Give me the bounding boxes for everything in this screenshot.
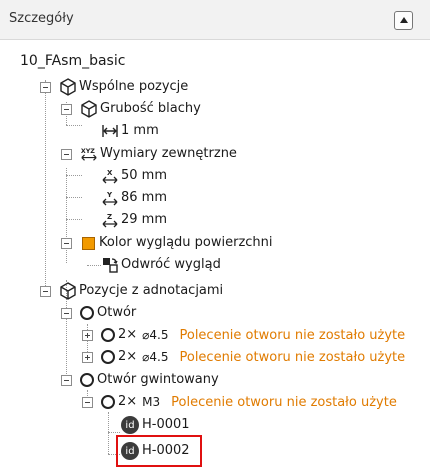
tree-item-label: Wspólne pozycje	[79, 79, 189, 94]
tree-guide	[66, 175, 82, 176]
tree-item-dimensions[interactable]: XYZ Wymiary zewnętrzne	[80, 144, 237, 164]
hole-circle-icon	[101, 395, 115, 409]
tree-guide	[87, 265, 101, 266]
expander-hole-2[interactable]	[82, 352, 93, 363]
tree-item-label: Otwór gwintowany	[97, 372, 219, 387]
z-axis-label: Z	[107, 213, 112, 221]
expander-hole[interactable]	[61, 308, 72, 319]
cube-icon	[59, 282, 77, 300]
hole-circle-icon	[101, 328, 115, 342]
hole-circle-icon	[101, 350, 115, 364]
tree-item-label: Grubość blachy	[100, 101, 201, 116]
cube-icon	[59, 78, 77, 96]
tree-item-annotated[interactable]: Pozycje z adnotacjami	[59, 281, 223, 301]
selection-highlight	[116, 435, 202, 467]
expander-thread[interactable]	[61, 375, 72, 386]
tree-item-label: 50 mm	[121, 168, 168, 183]
tree-item-thread-m3[interactable]: 2× M3 Polecenie otworu nie zostało użyte	[101, 392, 397, 412]
panel-title: Szczegóły	[9, 11, 74, 26]
expander-common[interactable]	[40, 82, 51, 93]
expander-color[interactable]	[61, 238, 72, 249]
tree-item-label: Pozycje z adnotacjami	[79, 283, 224, 298]
y-dimension-icon: Y	[101, 189, 119, 207]
tree-item-flip-appearance[interactable]: Odwróć wygląd	[101, 255, 221, 275]
tree-item-color[interactable]: Kolor wyglądu powierzchni	[82, 233, 273, 253]
tree-item-label: 29 mm	[121, 212, 168, 227]
hole-count: 2×	[118, 327, 138, 342]
y-axis-label: Y	[106, 191, 113, 199]
tree-item-label: 1 mm	[121, 123, 159, 138]
xyz-axis-label: XYZ	[81, 148, 95, 155]
tree-guide	[66, 125, 82, 126]
hole-warning: Polecenie otworu nie zostało użyte	[171, 394, 397, 410]
tree-guide	[45, 80, 46, 290]
hole-size: ⌀4.5	[142, 328, 169, 342]
tree-item-label: H-0001	[142, 417, 190, 432]
expander-annotated[interactable]	[40, 286, 51, 297]
cube-icon	[80, 100, 98, 118]
expander-thickness[interactable]	[61, 104, 72, 115]
tree-item-dim-x[interactable]: X 50 mm	[101, 166, 167, 186]
color-swatch	[82, 236, 95, 250]
hole-warning: Polecenie otworu nie zostało użyte	[179, 349, 406, 365]
tree-item-label: Otwór	[97, 305, 137, 320]
xyz-dimension-icon: XYZ	[80, 145, 98, 163]
expander-dimensions[interactable]	[61, 149, 72, 160]
tree-guide	[108, 432, 120, 433]
x-dimension-icon: X	[101, 167, 119, 185]
tree-item-thickness-value[interactable]: 1 mm	[101, 121, 159, 141]
tree-item-label: 86 mm	[121, 190, 168, 205]
panel-header: Szczegóły	[0, 0, 430, 40]
tree-guide	[108, 412, 109, 454]
hole-count: 2×	[118, 349, 138, 364]
details-tree: 10_FAsm_basic Wspólne pozycje Grubość bl…	[0, 40, 430, 476]
collapse-panel-button[interactable]	[394, 11, 413, 30]
id-badge-icon: id	[121, 416, 139, 434]
tree-item-label: Kolor wyglądu powierzchni	[99, 235, 273, 250]
tree-root-label: 10_FAsm_basic	[20, 53, 126, 69]
flip-appearance-icon	[101, 256, 119, 274]
tree-item-hole-2[interactable]: 2× ⌀4.5 Polecenie otworu nie zostało uży…	[101, 347, 405, 367]
x-axis-label: X	[107, 169, 113, 177]
tree-item-id-h0001[interactable]: id H-0001	[121, 415, 190, 435]
hole-count: 2×	[118, 394, 138, 409]
thickness-dimension-icon	[101, 122, 119, 140]
tree-root[interactable]: 10_FAsm_basic	[20, 51, 125, 71]
tree-item-thread[interactable]: Otwór gwintowany	[80, 370, 219, 390]
tree-item-dim-z[interactable]: Z 29 mm	[101, 210, 167, 230]
tree-item-thickness[interactable]: Grubość blachy	[80, 99, 201, 119]
hole-circle-icon	[80, 373, 94, 387]
tree-item-hole[interactable]: Otwór	[80, 303, 136, 323]
tree-item-common[interactable]: Wspólne pozycje	[59, 77, 188, 97]
hole-warning: Polecenie otworu nie zostało użyte	[179, 327, 406, 343]
tree-guide	[66, 197, 82, 198]
z-dimension-icon: Z	[101, 211, 119, 229]
hole-circle-icon	[80, 306, 94, 320]
hole-size: M3	[142, 395, 161, 409]
tree-item-hole-1[interactable]: 2× ⌀4.5 Polecenie otworu nie zostało uży…	[101, 325, 405, 345]
tree-item-label: Wymiary zewnętrzne	[100, 146, 237, 161]
hole-size: ⌀4.5	[142, 350, 169, 364]
tree-item-label: Odwróć wygląd	[121, 257, 221, 272]
tree-guide	[66, 219, 82, 220]
expander-thread-item[interactable]	[82, 397, 93, 408]
tree-item-dim-y[interactable]: Y 86 mm	[101, 188, 167, 208]
expander-hole-1[interactable]	[82, 330, 93, 341]
